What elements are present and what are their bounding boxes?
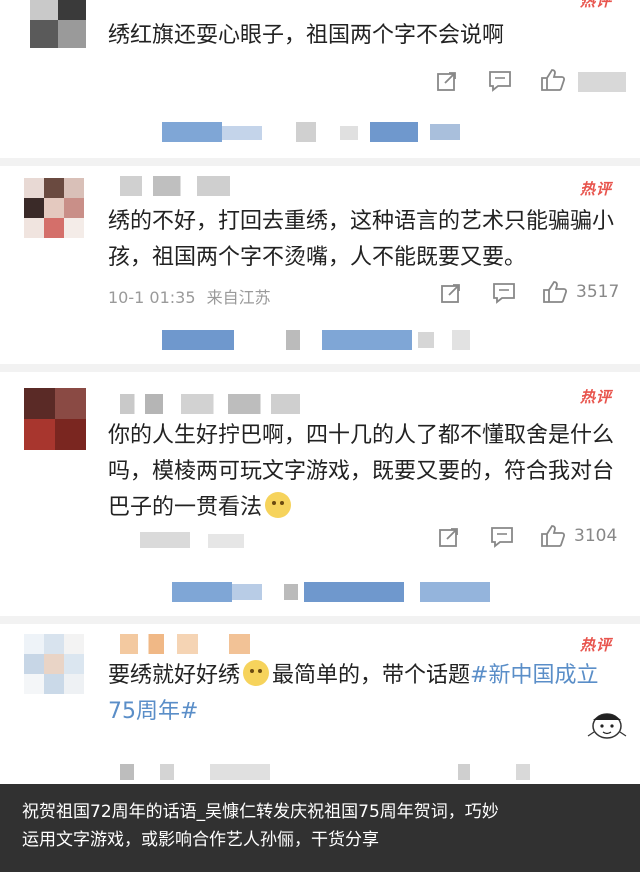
comment-icon xyxy=(493,283,515,304)
blurred-reply xyxy=(210,764,270,780)
blurred-reply xyxy=(296,122,316,142)
blurred-reply xyxy=(340,126,358,140)
comment-text-body: 你的人生好拧巴啊，四十几的人了都不懂取舍是什么吗，模棱两可玩文字游戏，既要又要的… xyxy=(108,423,615,520)
blurred-reply xyxy=(172,582,232,602)
like-button[interactable] xyxy=(540,68,626,92)
comment-3: 热评 你的人生好拧巴啊，四十几的人了都不懂取舍是什么吗，模棱两可玩文字游戏，既要… xyxy=(0,372,640,616)
comment-text: 要绣就好好绣 最简单的，带个话题#新中国成立75周年# xyxy=(108,658,618,730)
comment-2: 热评 绣的不好，打回去重绣，这种语言的艺术只能骗骗小孩，祖国两个字不烫嘴，人不能… xyxy=(0,166,640,364)
like-icon xyxy=(543,281,568,303)
reply-button[interactable] xyxy=(488,70,512,92)
share-button[interactable] xyxy=(440,282,462,304)
comment-text: 绣红旗还耍心眼子，祖国两个字不会说啊 xyxy=(108,23,505,48)
avatar[interactable] xyxy=(30,0,86,48)
blurred-reply xyxy=(162,122,222,142)
share-button[interactable] xyxy=(436,70,458,92)
hot-badge: 热评 xyxy=(579,388,612,406)
blurred-reply xyxy=(284,584,298,600)
like-button[interactable]: 3104 xyxy=(540,524,617,548)
comment-time: 10-1 01:35 xyxy=(108,288,196,307)
comment-icon xyxy=(491,527,513,548)
cartoon-sticker-icon xyxy=(587,713,627,739)
divider xyxy=(0,616,640,624)
like-count-blur xyxy=(578,72,626,92)
doge-emoji-icon xyxy=(265,492,292,518)
reply-button[interactable] xyxy=(490,526,514,548)
blurred-reply xyxy=(304,582,404,602)
blurred-reply xyxy=(370,122,418,142)
caption-line-2: 运用文字游戏，或影响合作艺人孙俪，干货分享 xyxy=(22,830,379,850)
share-button[interactable] xyxy=(438,526,460,548)
blurred-reply xyxy=(162,330,234,350)
comment-text: 绣的不好，打回去重绣，这种语言的艺术只能骗骗小孩，祖国两个字不烫嘴，人不能既要又… xyxy=(108,209,615,270)
thinking-emoji-icon xyxy=(243,660,270,686)
avatar[interactable] xyxy=(24,388,86,450)
comment-source: 来自江苏 xyxy=(206,288,271,307)
blurred-reply xyxy=(516,764,530,780)
like-icon xyxy=(541,69,566,91)
comment-meta: 10-1 01:35 来自江苏 xyxy=(108,284,271,308)
username-blur[interactable] xyxy=(120,176,230,196)
hot-badge: 热评 xyxy=(579,180,612,198)
blurred-reply xyxy=(286,330,300,350)
reply-button[interactable] xyxy=(492,282,516,304)
comment-icon xyxy=(489,71,511,92)
comment-1: 热评 绣红旗还耍心眼子，祖国两个字不会说啊 xyxy=(0,0,640,150)
username-blur[interactable] xyxy=(120,634,250,654)
share-icon xyxy=(441,284,460,303)
caption-line-1: 祝贺祖国72周年的话语_吴慷仁转发庆祝祖国75周年贺词，巧妙 xyxy=(22,802,499,822)
caption-banner: 祝贺祖国72周年的话语_吴慷仁转发庆祝祖国75周年贺词，巧妙 运用文字游戏，或影… xyxy=(0,784,640,872)
like-count: 3104 xyxy=(574,526,618,546)
blurred-reply xyxy=(322,330,412,350)
comment-text-part1: 要绣就好好绣 xyxy=(108,663,241,688)
blurred-reply xyxy=(430,124,460,140)
avatar[interactable] xyxy=(24,178,84,238)
hot-badge: 热评 xyxy=(579,0,612,10)
like-count: 3517 xyxy=(576,282,620,302)
blurred-reply xyxy=(420,582,490,602)
blurred-meta xyxy=(208,534,244,548)
share-icon xyxy=(437,72,456,91)
like-button[interactable]: 3517 xyxy=(542,280,619,304)
blurred-reply xyxy=(222,126,262,140)
divider xyxy=(0,364,640,372)
share-icon xyxy=(439,528,458,547)
blurred-reply xyxy=(120,764,134,780)
blurred-reply xyxy=(232,584,262,600)
username-blur[interactable] xyxy=(120,394,300,414)
blurred-reply xyxy=(458,764,470,780)
avatar[interactable] xyxy=(24,634,84,694)
hot-badge: 热评 xyxy=(579,636,612,654)
comment-4: 热评 要绣就好好绣 最简单的，带个话题#新中国成立75周年# xyxy=(0,624,640,784)
blurred-meta xyxy=(140,532,190,548)
blurred-reply xyxy=(452,330,470,350)
comment-text-part2: 最简单的，带个话题 xyxy=(272,663,471,688)
like-icon xyxy=(541,525,566,547)
blurred-reply xyxy=(418,332,434,348)
comment-text: 你的人生好拧巴啊，四十几的人了都不懂取舍是什么吗，模棱两可玩文字游戏，既要又要的… xyxy=(108,418,618,526)
blurred-reply xyxy=(160,764,174,780)
divider xyxy=(0,158,640,166)
